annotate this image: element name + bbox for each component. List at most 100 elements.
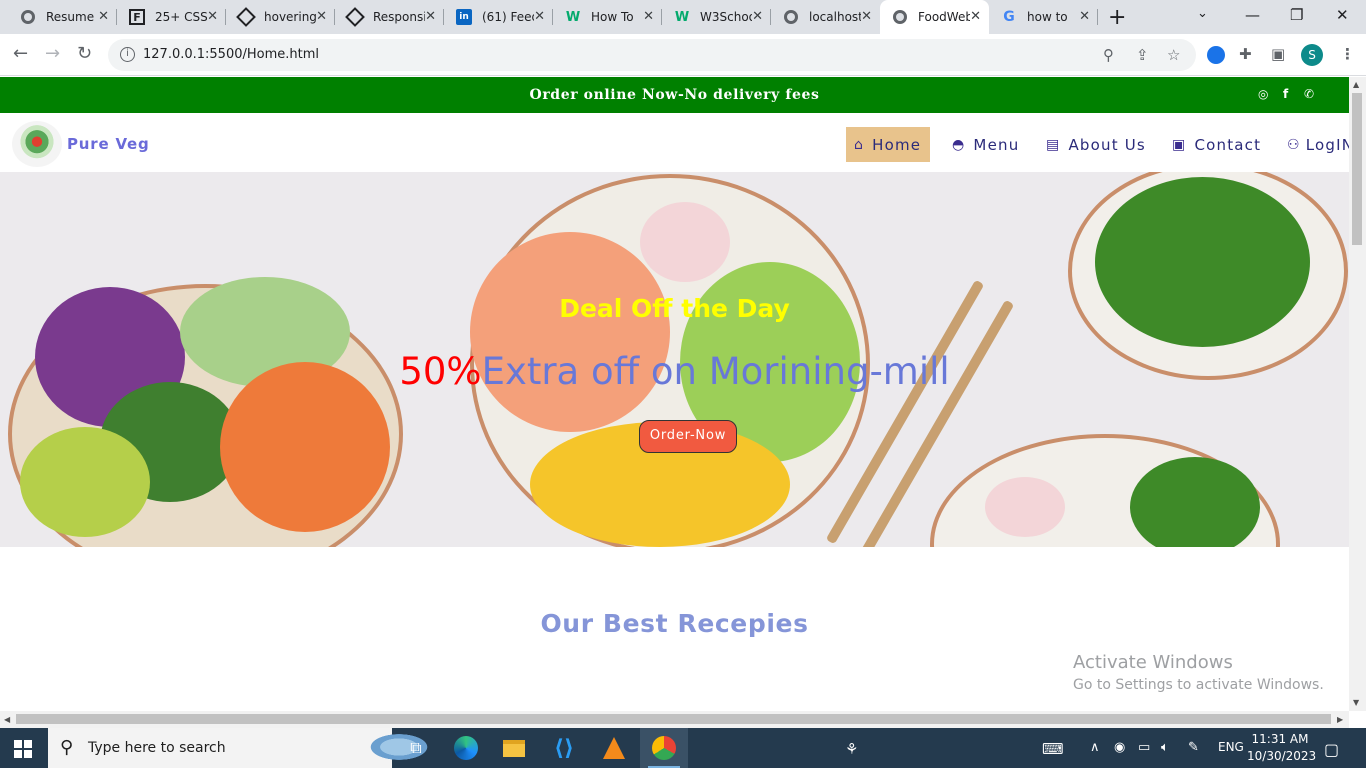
vertical-scrollbar[interactable]: ▲ ▼ [1349, 77, 1366, 711]
close-tab-icon[interactable]: ✕ [98, 9, 109, 24]
speaker-icon[interactable]: 🔈︎ [1161, 740, 1169, 755]
taskbar-search-placeholder: Type here to search [88, 740, 226, 756]
nav-about[interactable]: ▤ About Us [1046, 127, 1146, 162]
nav-login[interactable]: ⚇ LogIN [1287, 127, 1349, 162]
browser-tab[interactable]: F 25+ CSS ✕ [117, 0, 226, 34]
nav-contact[interactable]: ▣ Contact [1172, 127, 1261, 162]
hero-image-seaweed [1130, 457, 1260, 547]
new-tab-icon[interactable]: + [1108, 5, 1126, 30]
reload-icon[interactable]: ↻ [77, 43, 92, 64]
window-close-icon[interactable]: ✕ [1336, 6, 1349, 24]
browser-tab[interactable]: hovering ✕ [226, 0, 335, 34]
restore-icon[interactable]: ❐ [1290, 6, 1303, 24]
f-icon: F [129, 9, 145, 25]
tab-label: Resume [46, 10, 95, 24]
browser-tab[interactable]: in (61) Feed ✕ [444, 0, 553, 34]
browser-tab-active[interactable]: FoodWeb ✕ [880, 0, 989, 34]
tab-label: hovering [264, 10, 316, 24]
battery-icon[interactable]: ▭ [1138, 740, 1150, 755]
scroll-right-icon[interactable]: ▶ [1337, 715, 1343, 724]
scroll-left-icon[interactable]: ◀ [4, 715, 10, 724]
nav-menu[interactable]: ◓ Menu [952, 127, 1019, 162]
browser-tab-strip: Resume ✕ F 25+ CSS ✕ hovering ✕ Responsi… [0, 0, 1366, 34]
whatsapp-icon[interactable]: ✆ [1304, 87, 1314, 101]
scroll-down-icon[interactable]: ▼ [1353, 698, 1359, 707]
tab-label: how to [1027, 10, 1068, 24]
back-arrow-icon[interactable]: ← [13, 43, 28, 64]
tab-label: 25+ CSS [155, 10, 207, 24]
globe-icon [783, 9, 799, 25]
language-indicator[interactable]: ENG [1218, 740, 1244, 754]
hero-image-shrimp [470, 232, 670, 432]
browser-tab[interactable]: localhost ✕ [771, 0, 880, 34]
id-card-icon: ▤ [1046, 136, 1061, 153]
people-icon[interactable]: ⚘ [845, 740, 858, 758]
forward-arrow-icon[interactable]: → [45, 43, 60, 64]
url-text[interactable]: 127.0.0.1:5500/Home.html [143, 47, 319, 62]
tab-label: Responsive [373, 10, 425, 24]
pen-icon[interactable]: ✎ [1188, 740, 1199, 755]
edge-browser-icon[interactable] [442, 728, 490, 768]
tab-search-icon[interactable]: ⌄ [1197, 6, 1208, 21]
linkedin-icon: in [456, 9, 472, 25]
brand-name[interactable]: Pure Veg [67, 135, 150, 153]
file-explorer-icon[interactable] [490, 728, 538, 768]
offer-heading: 50%Extra off on Morining-mill [0, 350, 1349, 393]
globe-icon [892, 9, 908, 25]
nav-home[interactable]: ⌂ Home [846, 127, 930, 162]
close-tab-icon[interactable]: ✕ [861, 9, 872, 24]
instagram-icon[interactable]: ◎ [1258, 87, 1268, 101]
profile-avatar[interactable]: S [1301, 44, 1323, 66]
browser-tab[interactable]: W W3Schools ✕ [662, 0, 771, 34]
notification-icon[interactable]: ▢ [1324, 740, 1339, 759]
close-tab-icon[interactable]: ✕ [970, 9, 981, 24]
nav-menu-label: Menu [973, 135, 1020, 154]
globe-icon [20, 9, 36, 25]
minimize-icon[interactable]: — [1245, 6, 1260, 24]
site-info-icon[interactable]: i [120, 47, 135, 62]
close-tab-icon[interactable]: ✕ [425, 9, 436, 24]
vertical-scroll-thumb[interactable] [1352, 93, 1362, 245]
keyboard-icon[interactable]: ⌨ [1042, 740, 1064, 758]
offer-text: Extra off on Morining-mill [481, 350, 950, 393]
extension-icon[interactable] [1207, 46, 1225, 64]
close-tab-icon[interactable]: ✕ [316, 9, 327, 24]
address-bar[interactable]: i 127.0.0.1:5500/Home.html ⚲ ⇪ ☆ [108, 39, 1196, 71]
browser-tab[interactable]: G how to ✕ [989, 0, 1098, 34]
close-tab-icon[interactable]: ✕ [752, 9, 763, 24]
taskbar-search-box[interactable]: ⚲ Type here to search [48, 728, 432, 768]
order-now-button[interactable]: Order-Now [639, 420, 737, 453]
close-tab-icon[interactable]: ✕ [643, 9, 654, 24]
activate-windows-title: Activate Windows [1073, 652, 1233, 673]
brand-logo[interactable] [12, 121, 62, 167]
side-panel-icon[interactable]: ▣ [1271, 45, 1285, 63]
hero-image-radish [640, 202, 730, 282]
browser-tab[interactable]: Responsive ✕ [335, 0, 444, 34]
windows-start-icon[interactable] [14, 740, 32, 758]
browser-tab[interactable]: W How To ✕ [553, 0, 662, 34]
scroll-up-icon[interactable]: ▲ [1353, 80, 1359, 89]
close-tab-icon[interactable]: ✕ [534, 9, 545, 24]
close-tab-icon[interactable]: ✕ [207, 9, 218, 24]
more-menu-icon[interactable]: ⋮ [1340, 45, 1355, 63]
extensions-puzzle-icon[interactable]: ✚ [1239, 45, 1252, 63]
bookmark-star-icon[interactable]: ☆ [1167, 46, 1180, 64]
task-view-icon[interactable]: ⧉ [392, 728, 440, 768]
hero-banner: Deal Off the Day 50%Extra off on Morinin… [0, 172, 1349, 547]
horizontal-scrollbar[interactable]: ◀ ▶ [0, 711, 1349, 728]
show-hidden-icons[interactable]: ∧ [1090, 740, 1100, 755]
share-icon[interactable]: ⇪ [1136, 46, 1149, 64]
meet-now-icon[interactable]: ◉ [1114, 740, 1125, 755]
facebook-icon[interactable]: f [1283, 87, 1288, 101]
user-icon: ⚇ [1287, 136, 1301, 153]
browser-tab[interactable]: Resume ✕ [8, 0, 117, 34]
chrome-icon[interactable] [640, 728, 688, 768]
system-clock[interactable]: 11:31 AM 10/30/2023 [1247, 731, 1316, 765]
vlc-icon[interactable] [590, 728, 638, 768]
horizontal-scroll-thumb[interactable] [16, 714, 1331, 724]
nav-contact-label: Contact [1194, 135, 1262, 154]
vscode-icon[interactable]: ⟨⟩ [540, 728, 588, 768]
zoom-icon[interactable]: ⚲ [1103, 46, 1114, 64]
clock-time: 11:31 AM [1251, 732, 1309, 746]
close-tab-icon[interactable]: ✕ [1079, 9, 1090, 24]
